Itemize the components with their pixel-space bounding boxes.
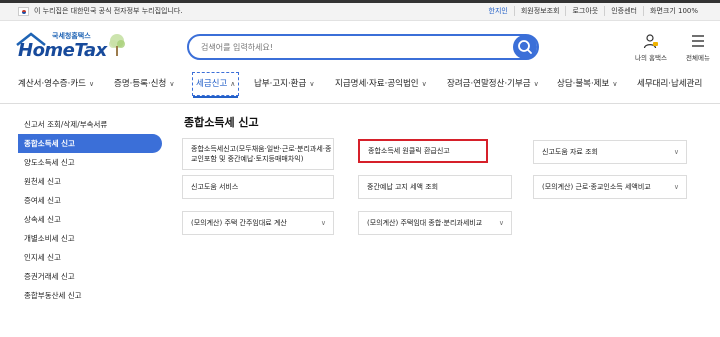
card-label: 신고도움 서비스 [191,183,239,191]
card-oneclick-refund[interactable]: 종합소득세 원클릭 환급신고 [358,139,488,163]
card-label: (모의계산) 근로·종교인소득 세액비교 [542,183,651,191]
logo-brand: HomeTax [18,40,107,61]
nav-item-label: 세무대리·납세관리 [637,79,703,89]
sidebar-item-return-inquiry[interactable]: 신고서 조회/삭제/부속서류 [18,115,162,134]
gov-notice: 이 누리집은 대한민국 공식 전자정부 누리집입니다. [34,7,183,15]
search-button[interactable] [513,35,537,59]
tree-icon [109,34,125,56]
gov-banner: 이 누리집은 대한민국 공식 전자정부 누리집입니다. 한지인 회원정보조회 로… [0,3,720,21]
nav-item-tax-agent[interactable]: 세무대리·납세관리 [637,74,702,94]
search-input[interactable] [201,40,501,54]
sidebar-item-property-tax[interactable]: 종합부동산세 신고 [18,286,162,305]
card-income-tax-filing[interactable]: 종합소득세신고(모두채움·일반·근로·분리과세·종교인포함 및 중간예납·토지등… [182,138,334,170]
card-simulation-deemed-rent[interactable]: (모의계산) 주택 간주임대료 계산 ∨ [182,211,334,235]
chevron-down-icon: ∨ [673,183,679,191]
myhome-label: 나의 홈택스 [635,54,667,62]
card-label: (모의계산) 주택 간주임대료 계산 [191,219,287,227]
nav-item-certificate[interactable]: 증명·등록·신청 ∨ [114,74,174,94]
screen-size-control[interactable]: 화면크기 100% [643,6,704,16]
card-simulation-income-comparison[interactable]: (모의계산) 근로·종교인소득 세액비교 ∨ [533,175,687,199]
sidebar-item-inheritance-tax[interactable]: 상속세 신고 [18,210,162,229]
chevron-down-icon: ∨ [309,80,315,88]
nav-item-payment-statement[interactable]: 지급명세·자료·공익법인 ∨ [335,74,427,94]
card-label: 신고도움 자료 조회 [542,148,598,156]
chevron-down-icon: ∨ [169,80,175,88]
nav-item-label: 세금신고 [196,79,228,89]
chevron-down-icon: ∨ [612,80,618,88]
hamburger-icon [692,35,704,47]
korean-flag-icon [18,7,29,16]
nav-item-payment[interactable]: 납부·고지·환급 ∨ [254,74,314,94]
nav-item-invoice[interactable]: 계산서·영수증·카드 ∨ [18,74,94,94]
chevron-down-icon: ∨ [498,219,504,227]
hometax-logo[interactable]: 국세청홈택스 HomeTax [16,30,126,64]
logout-link[interactable]: 로그아웃 [565,6,604,16]
my-hometax-button[interactable]: 나의 홈택스 [631,33,671,62]
nav-item-label: 증명·등록·신청 [114,79,167,89]
card-label: 중간예납 고지 세액 조회 [367,183,439,191]
allmenu-label: 전체메뉴 [686,54,710,62]
chevron-up-icon: ∧ [230,80,236,88]
sidebar-item-excise-tax[interactable]: 개별소비세 신고 [18,229,162,248]
sidebar-item-withholding-tax[interactable]: 원천세 신고 [18,172,162,191]
nav-item-label: 납부·고지·환급 [254,79,307,89]
main-nav: 계산서·영수증·카드 ∨ 증명·등록·신청 ∨ 세금신고 ∧ 납부·고지·환급 ∨ 지급… [0,70,720,104]
sidebar-item-securities-tax[interactable]: 증권거래세 신고 [18,267,162,286]
sidebar: 신고서 조회/삭제/부속서류 종합소득세 신고 양도소득세 신고 원천세 신고 … [18,115,162,305]
nav-item-label: 계산서·영수증·카드 [18,79,86,89]
sidebar-item-stamp-tax[interactable]: 인지세 신고 [18,248,162,267]
card-help-data-inquiry[interactable]: 신고도움 자료 조회 ∨ [533,140,687,164]
util-menu: 한지인 회원정보조회 로그아웃 인증센터 화면크기 100% [483,6,705,16]
sidebar-item-comprehensive-income-tax[interactable]: 종합소득세 신고 [18,134,162,153]
card-help-service[interactable]: 신고도움 서비스 [182,175,334,199]
search-box [187,34,539,60]
cert-center-link[interactable]: 인증센터 [604,6,643,16]
chevron-down-icon: ∨ [533,80,539,88]
search-icon [518,40,532,54]
nav-item-label: 지급명세·자료·공익법인 [335,79,419,89]
nav-item-incentive[interactable]: 장려금·연말정산·기부금 ∨ [447,74,539,94]
card-interim-prepayment[interactable]: 중간예납 고지 세액 조회 [358,175,512,199]
card-simulation-rental-comparison[interactable]: (모의계산) 주택임대 종합·분리과세비교 ∨ [358,211,512,235]
sidebar-item-capital-gains-tax[interactable]: 양도소득세 신고 [18,153,162,172]
nav-item-consulting[interactable]: 상담·불복·제보 ∨ [557,74,617,94]
member-info-link[interactable]: 회원정보조회 [513,6,566,16]
all-menu-button[interactable]: 전체메뉴 [680,33,716,62]
chevron-down-icon: ∨ [421,80,427,88]
chevron-down-icon: ∨ [88,80,95,88]
card-label: (모의계산) 주택임대 종합·분리과세비교 [367,219,483,227]
card-label: 종합소득세 원클릭 환급신고 [368,147,450,155]
nav-item-tax-filing[interactable]: 세금신고 ∧ [192,72,240,98]
nav-item-label: 장려금·연말정산·기부금 [447,79,531,89]
user-name-link[interactable]: 한지인 [483,6,514,16]
user-lock-icon [643,34,658,49]
sidebar-item-gift-tax[interactable]: 증여세 신고 [18,191,162,210]
chevron-down-icon: ∨ [320,219,326,227]
page-title: 종합소득세 신고 [184,116,259,129]
card-label: 종합소득세신고(모두채움·일반·근로·분리과세·종교인포함 및 중간예납·토지등… [191,145,332,163]
nav-item-label: 상담·불복·제보 [557,79,610,89]
chevron-down-icon: ∨ [673,148,679,156]
